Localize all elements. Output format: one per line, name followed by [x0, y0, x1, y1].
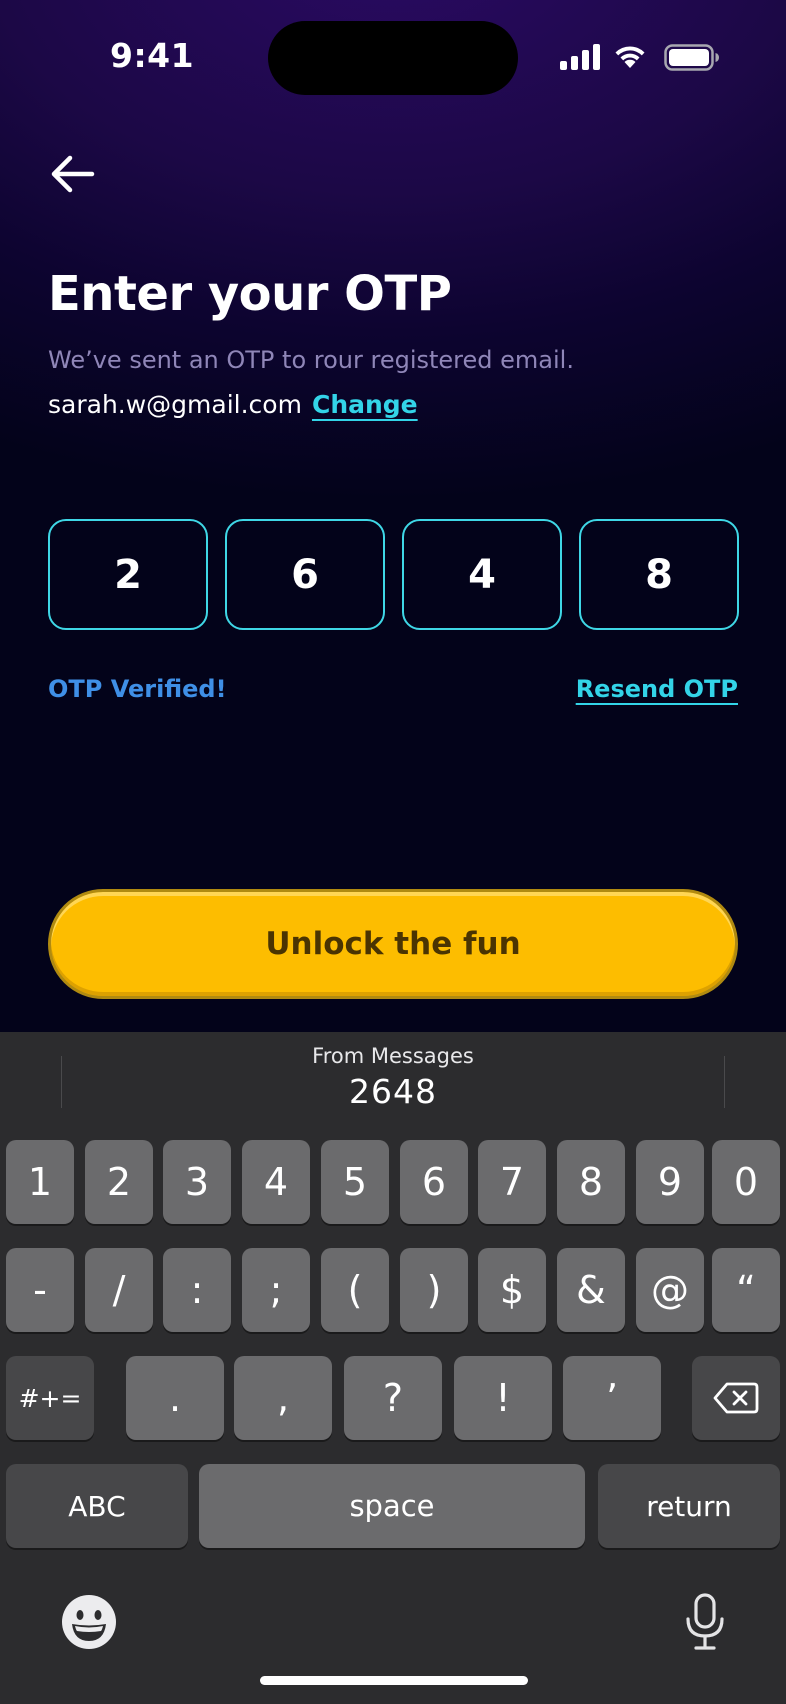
delete-key[interactable]: [692, 1356, 780, 1440]
unlock-button[interactable]: Unlock the fun: [48, 889, 738, 999]
key-7[interactable]: 7: [478, 1140, 546, 1224]
key-open-paren[interactable]: (: [321, 1248, 389, 1332]
email-row: sarah.w@gmail.com Change: [48, 390, 418, 419]
change-email-link[interactable]: Change: [312, 390, 418, 419]
dynamic-island: [268, 21, 518, 95]
battery-icon: [664, 44, 719, 71]
otp-screen: 9:41 Enter your OTP We’ve sent an OTP to…: [0, 0, 786, 1032]
key-8[interactable]: 8: [557, 1140, 625, 1224]
home-indicator: [260, 1676, 528, 1685]
suggestion-source: From Messages: [312, 1044, 474, 1068]
key-9[interactable]: 9: [636, 1140, 704, 1224]
key-comma[interactable]: ,: [234, 1356, 332, 1440]
back-arrow-icon[interactable]: [44, 150, 100, 198]
key-6[interactable]: 6: [400, 1140, 468, 1224]
key-quote[interactable]: “: [712, 1248, 780, 1332]
otp-input-group: 2 6 4 8: [48, 519, 739, 630]
key-2[interactable]: 2: [85, 1140, 153, 1224]
key-ampersand[interactable]: &: [557, 1248, 625, 1332]
key-0[interactable]: 0: [712, 1140, 780, 1224]
key-apostrophe[interactable]: ’: [563, 1356, 661, 1440]
key-dollar[interactable]: $: [478, 1248, 546, 1332]
suggestion-code[interactable]: 2648: [0, 1072, 786, 1111]
key-question[interactable]: ?: [344, 1356, 442, 1440]
otp-digit-input-4[interactable]: 8: [579, 519, 739, 630]
key-hyphen[interactable]: -: [6, 1248, 74, 1332]
otp-digit-input-2[interactable]: 6: [225, 519, 385, 630]
key-period[interactable]: .: [126, 1356, 224, 1440]
key-1[interactable]: 1: [6, 1140, 74, 1224]
otp-subtitle: We’ve sent an OTP to rour registered ema…: [48, 346, 574, 374]
key-slash[interactable]: /: [85, 1248, 153, 1332]
otp-digit-input-1[interactable]: 2: [48, 519, 208, 630]
emoji-icon[interactable]: [60, 1593, 118, 1651]
otp-digit-input-3[interactable]: 4: [402, 519, 562, 630]
microphone-icon[interactable]: [682, 1592, 728, 1652]
key-close-paren[interactable]: ): [400, 1248, 468, 1332]
key-at[interactable]: @: [636, 1248, 704, 1332]
space-key[interactable]: space: [199, 1464, 585, 1548]
wifi-icon: [615, 46, 645, 68]
delete-icon: [713, 1382, 759, 1414]
page-title: Enter your OTP: [48, 266, 452, 322]
symbols-toggle-key[interactable]: #+=: [6, 1356, 94, 1440]
resend-otp-link[interactable]: Resend OTP: [576, 675, 738, 703]
status-time: 9:41: [110, 36, 195, 75]
abc-key[interactable]: ABC: [6, 1464, 188, 1548]
key-semicolon[interactable]: ;: [242, 1248, 310, 1332]
key-3[interactable]: 3: [163, 1140, 231, 1224]
key-4[interactable]: 4: [242, 1140, 310, 1224]
key-5[interactable]: 5: [321, 1140, 389, 1224]
key-exclamation[interactable]: !: [454, 1356, 552, 1440]
otp-verified-status: OTP Verified!: [48, 675, 227, 703]
registered-email: sarah.w@gmail.com: [48, 390, 302, 419]
return-key[interactable]: return: [598, 1464, 780, 1548]
key-colon[interactable]: :: [163, 1248, 231, 1332]
autofill-suggestion-bar[interactable]: From Messages 2648: [0, 1032, 786, 1132]
cellular-signal-icon: [560, 44, 600, 70]
